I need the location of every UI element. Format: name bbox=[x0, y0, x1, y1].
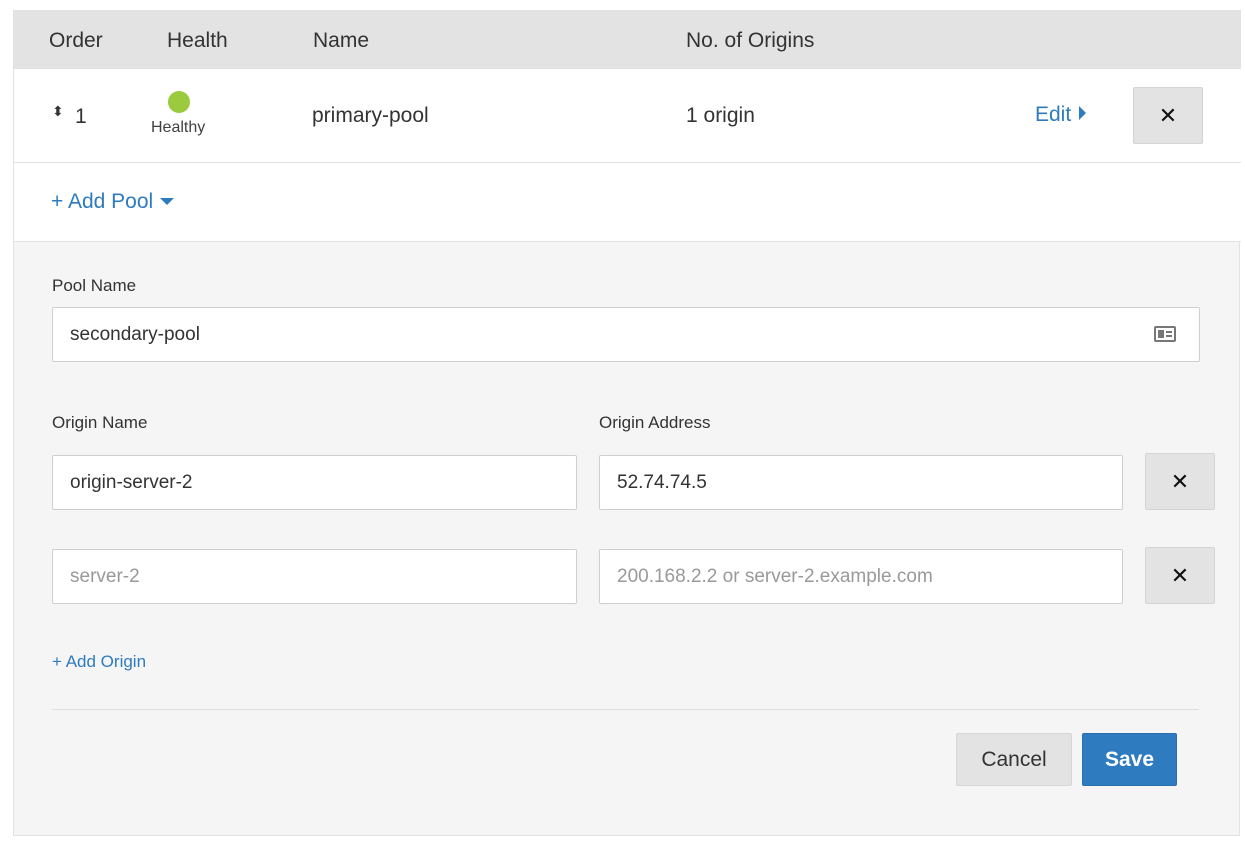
save-button[interactable]: Save bbox=[1082, 733, 1177, 786]
origin-address-label: Origin Address bbox=[599, 413, 711, 432]
caret-down-icon bbox=[160, 198, 175, 205]
sort-handle-icon[interactable]: ⬍ bbox=[52, 103, 64, 120]
edit-label: Edit bbox=[1035, 103, 1072, 126]
table-row: ⬍ 1 Healthy primary-pool 1 origin Edit ✕ bbox=[14, 69, 1241, 163]
close-icon: ✕ bbox=[1170, 562, 1190, 588]
origin-name-placeholder: server-2 bbox=[70, 566, 140, 587]
add-pool-link[interactable]: + Add Pool bbox=[51, 190, 175, 214]
health-status-label: Healthy bbox=[151, 119, 206, 136]
origin-name-input[interactable]: origin-server-2 bbox=[52, 455, 577, 510]
add-pool-label: + Add Pool bbox=[51, 190, 154, 213]
cancel-button[interactable]: Cancel bbox=[956, 733, 1072, 786]
origin-name-value: origin-server-2 bbox=[70, 472, 193, 493]
header-health: Health bbox=[167, 29, 228, 52]
header-order: Order bbox=[49, 29, 103, 52]
remove-pool-button[interactable]: ✕ bbox=[1133, 87, 1203, 144]
origin-name-label: Origin Name bbox=[52, 413, 148, 432]
form-divider bbox=[52, 709, 1199, 710]
origin-name-input[interactable]: server-2 bbox=[52, 549, 577, 604]
new-pool-form: Pool Name secondary-pool Origin Name Ori… bbox=[14, 242, 1239, 835]
origin-address-input[interactable]: 52.74.74.5 bbox=[599, 455, 1123, 510]
header-origins: No. of Origins bbox=[686, 29, 815, 52]
close-icon: ✕ bbox=[1158, 102, 1178, 128]
order-value: 1 bbox=[75, 105, 87, 128]
pool-name-label: Pool Name bbox=[52, 276, 137, 295]
origin-address-input[interactable]: 200.168.2.2 or server-2.example.com bbox=[599, 549, 1123, 604]
origin-address-value: 52.74.74.5 bbox=[617, 472, 707, 493]
close-icon: ✕ bbox=[1170, 468, 1190, 494]
add-origin-link[interactable]: + Add Origin bbox=[52, 652, 146, 672]
remove-origin-button[interactable]: ✕ bbox=[1145, 453, 1215, 510]
edit-pool-link[interactable]: Edit bbox=[1035, 103, 1087, 127]
health-status-dot bbox=[168, 91, 190, 113]
remove-origin-button[interactable]: ✕ bbox=[1145, 547, 1215, 604]
contact-card-icon bbox=[1154, 326, 1176, 342]
pool-name-value: secondary-pool bbox=[70, 324, 200, 345]
pool-name: primary-pool bbox=[312, 104, 429, 127]
origin-address-placeholder: 200.168.2.2 or server-2.example.com bbox=[617, 566, 933, 587]
load-balancer-pools-panel: Order Health Name No. of Origins ⬍ 1 Hea… bbox=[13, 10, 1241, 836]
origins-count: 1 origin bbox=[686, 104, 755, 127]
pool-name-input[interactable]: secondary-pool bbox=[52, 307, 1200, 362]
add-pool-row: + Add Pool bbox=[14, 163, 1241, 242]
caret-right-icon bbox=[1079, 106, 1087, 120]
table-header: Order Health Name No. of Origins bbox=[14, 10, 1241, 69]
header-name: Name bbox=[313, 29, 370, 52]
